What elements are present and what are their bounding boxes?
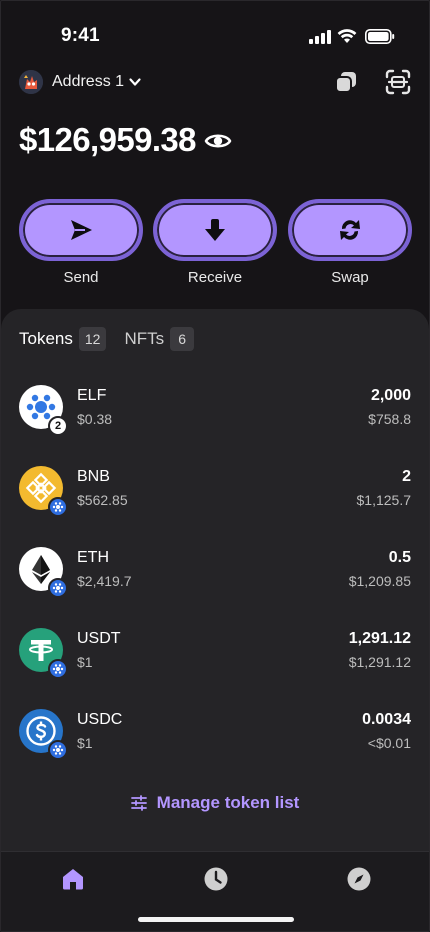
token-price: $562.85 (77, 492, 128, 508)
token-value: $1,125.7 (356, 492, 412, 508)
send-label: Send (63, 269, 99, 286)
token-balance: 2,000 (370, 387, 411, 404)
battery-icon (365, 29, 395, 44)
aelf-chain-badge (48, 659, 68, 679)
status-time: 9:41 (61, 25, 100, 46)
token-price: $0.38 (77, 411, 113, 427)
copy-icon[interactable] (333, 69, 359, 95)
token-symbol: USDT (77, 630, 121, 647)
swap-icon (340, 220, 360, 240)
token-price: $2,419.7 (77, 573, 132, 589)
token-price: $1 (77, 654, 93, 670)
tab-nfts-label: NFTs (124, 329, 165, 348)
token-row-usdt[interactable]: USDT $1 1,291.12 $1,291.12 (1, 616, 429, 696)
address-label: Address 1 (52, 73, 125, 90)
token-value: $1,291.12 (348, 654, 411, 670)
aelf-chain-icon (52, 745, 64, 755)
swap-button[interactable]: Swap (288, 199, 412, 286)
aelf-chain-icon (52, 664, 64, 674)
token-row-usdc[interactable]: USDC $1 0.0034 <$0.01 (1, 697, 429, 777)
swap-label: Swap (331, 269, 369, 286)
app-screen: 9:41 Address 1 $126,959.38 Send Receive … (0, 0, 430, 932)
token-row-elf[interactable]: 2 ELF $0.38 2,000 $758.8 (1, 373, 429, 453)
manage-token-list-button[interactable]: Manage token list (1, 793, 429, 813)
tab-tokens[interactable]: Tokens 12 (19, 327, 107, 351)
wifi-icon (337, 29, 357, 43)
wallet-header: Address 1 (19, 67, 411, 97)
assets-sheet: Tokens 12 NFTs 6 2 ELF $0.38 2,000 $758.… (1, 309, 429, 931)
home-indicator (138, 917, 294, 922)
avatar-icon (19, 70, 43, 94)
avatar[interactable] (19, 70, 43, 94)
token-price: $1 (77, 735, 93, 751)
send-pill[interactable] (19, 199, 143, 261)
token-value: $758.8 (368, 411, 411, 427)
total-balance: $126,959.38 (19, 121, 232, 159)
token-balance: 0.5 (388, 549, 411, 566)
receive-button[interactable]: Receive (153, 199, 277, 286)
token-value: <$0.01 (367, 735, 411, 751)
balance-amount: $126,959.38 (19, 121, 197, 158)
sliders-icon (130, 795, 147, 811)
eye-icon[interactable] (204, 127, 232, 155)
bottom-nav (1, 851, 429, 931)
receive-icon (205, 219, 225, 241)
history-icon[interactable] (203, 866, 229, 892)
tab-nfts-count: 6 (170, 327, 195, 351)
token-balance: 0.0034 (362, 711, 411, 728)
tab-nfts[interactable]: NFTs 6 (124, 327, 195, 351)
status-bar: 9:41 (1, 1, 430, 63)
token-balance: 1,291.12 (348, 630, 411, 647)
manage-token-list-label: Manage token list (156, 793, 300, 812)
aelf-chain-badge (48, 740, 68, 760)
address-selector[interactable]: Address 1 (52, 73, 142, 91)
aelf-chain-badge (48, 578, 68, 598)
token-row-bnb[interactable]: BNB $562.85 2 $1,125.7 (1, 454, 429, 534)
aelf-chain-icon (52, 502, 64, 512)
send-icon (71, 220, 92, 240)
receive-pill[interactable] (153, 199, 277, 261)
token-value: $1,209.85 (348, 573, 411, 589)
token-symbol: BNB (77, 468, 110, 485)
token-symbol: ETH (77, 549, 109, 566)
tab-tokens-count: 12 (78, 327, 107, 351)
token-row-eth[interactable]: ETH $2,419.7 0.5 $1,209.85 (1, 535, 429, 615)
chevron-down-icon (129, 78, 141, 86)
token-balance: 2 (402, 468, 411, 485)
receive-label: Receive (187, 269, 243, 286)
asset-tabs: Tokens 12 NFTs 6 (19, 327, 195, 351)
discover-icon[interactable] (346, 866, 372, 892)
cellular-signal-icon (309, 30, 331, 44)
aelf-chain-badge (48, 497, 68, 517)
tab-tokens-label: Tokens (19, 329, 73, 348)
chain-count-badge: 2 (48, 416, 68, 436)
send-button[interactable]: Send (19, 199, 143, 286)
aelf-chain-icon (52, 583, 64, 593)
token-symbol: USDC (77, 711, 123, 728)
home-icon[interactable] (60, 866, 86, 892)
scan-icon[interactable] (385, 69, 411, 95)
token-symbol: ELF (77, 387, 107, 404)
action-buttons: Send Receive Swap (19, 199, 412, 289)
swap-pill[interactable] (288, 199, 412, 261)
